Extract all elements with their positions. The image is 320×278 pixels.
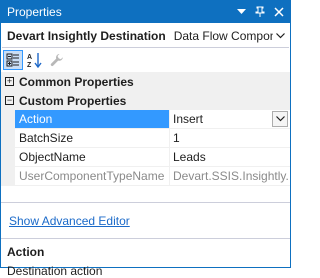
- property-name[interactable]: ObjectName: [15, 148, 170, 167]
- property-value: Insert: [173, 112, 204, 126]
- property-row-usercomponenttypename[interactable]: UserComponentTypeName Devart.SSIS.Insigh…: [1, 167, 290, 186]
- expand-icon[interactable]: +: [5, 77, 14, 86]
- category-label: Common Properties: [19, 74, 134, 89]
- show-advanced-editor-link[interactable]: Show Advanced Editor: [9, 214, 130, 228]
- row-gutter: [1, 129, 15, 148]
- row-gutter: [1, 110, 15, 129]
- property-name[interactable]: Action: [15, 110, 170, 129]
- row-gutter: [1, 148, 15, 167]
- property-pages-button[interactable]: [47, 50, 67, 70]
- property-value-combo[interactable]: Insert: [170, 110, 290, 129]
- description-title: Action: [7, 245, 45, 259]
- property-row-action[interactable]: Action Insert: [1, 110, 290, 129]
- title-bar: Properties: [1, 1, 290, 23]
- category-label: Custom Properties: [19, 93, 127, 108]
- chevron-down-icon[interactable]: [273, 32, 287, 39]
- property-value[interactable]: Leads: [170, 148, 290, 167]
- property-name[interactable]: UserComponentTypeName: [15, 167, 170, 186]
- alphabetical-button[interactable]: A Z: [25, 50, 45, 70]
- property-value[interactable]: 1: [170, 129, 290, 148]
- alphabetical-icon: A Z: [27, 53, 42, 68]
- row-gutter: [1, 167, 15, 186]
- close-icon[interactable]: [271, 4, 287, 20]
- property-row-objectname[interactable]: ObjectName Leads: [1, 148, 290, 167]
- property-grid: + Common Properties − Custom Properties …: [1, 72, 290, 203]
- properties-window: Properties Devart Insightly Destination …: [0, 0, 291, 278]
- selected-object-name: Devart Insightly Destination: [7, 28, 166, 43]
- category-common-properties[interactable]: + Common Properties: [1, 72, 290, 91]
- auto-hide-pin-icon[interactable]: [252, 4, 268, 20]
- window-title: Properties: [7, 5, 62, 19]
- window-position-dropdown-icon[interactable]: [233, 4, 249, 20]
- svg-text:A: A: [27, 54, 32, 61]
- wrench-icon: [50, 54, 63, 67]
- grid-empty-area: [1, 186, 290, 203]
- categorized-icon: [6, 53, 19, 67]
- dropdown-button[interactable]: [272, 111, 288, 127]
- object-selector[interactable]: Devart Insightly Destination Data Flow C…: [2, 24, 289, 48]
- description-pane: Action Destination action: [1, 239, 290, 278]
- chevron-down-icon: [275, 116, 285, 122]
- commands-pane: Show Advanced Editor: [1, 203, 290, 239]
- property-value[interactable]: Devart.SSIS.Insightly.In: [170, 167, 290, 186]
- properties-toolbar: A Z: [1, 48, 290, 72]
- selected-object-type: Data Flow Compone: [173, 28, 273, 43]
- category-custom-properties[interactable]: − Custom Properties: [1, 91, 290, 110]
- svg-text:Z: Z: [27, 62, 32, 68]
- categorized-button[interactable]: [3, 50, 23, 70]
- collapse-icon[interactable]: −: [5, 96, 14, 105]
- property-row-batchsize[interactable]: BatchSize 1: [1, 129, 290, 148]
- description-text: Destination action: [7, 264, 103, 278]
- property-name[interactable]: BatchSize: [15, 129, 170, 148]
